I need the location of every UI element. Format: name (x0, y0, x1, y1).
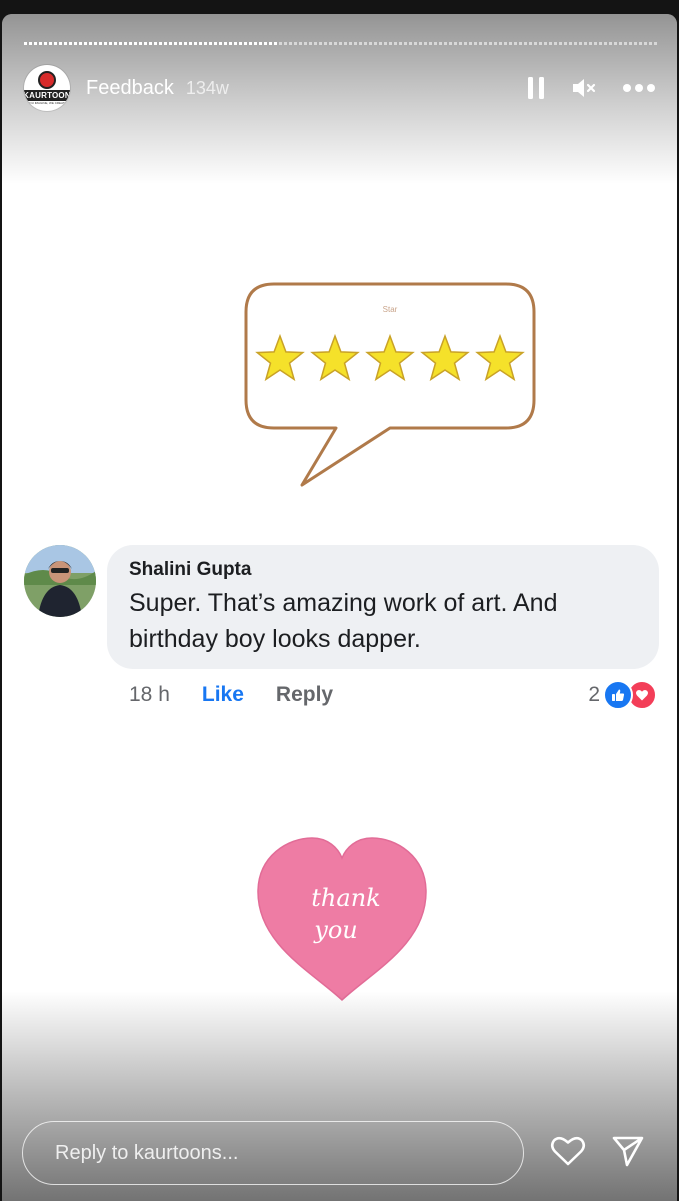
send-button[interactable] (608, 1131, 648, 1171)
reactions[interactable]: 2 (588, 680, 657, 710)
story-progress-fill (24, 42, 278, 45)
heart-outline-icon (550, 1136, 586, 1166)
reply-input[interactable]: Reply to kaurtoons... (22, 1121, 524, 1185)
rating-label: Star (383, 305, 398, 314)
logo-name: KAURTOON (24, 90, 70, 101)
like-button[interactable]: Like (202, 683, 244, 707)
reaction-count: 2 (588, 683, 600, 706)
story-age: 134w (185, 77, 229, 98)
comment-bubble: Shalini Gupta Super. That’s amazing work… (107, 545, 659, 669)
story-viewer[interactable]: KAURTOON YOU IMAGINE, WE CREATE Feedback… (2, 14, 677, 1201)
send-icon (612, 1136, 644, 1167)
account-avatar[interactable]: KAURTOON YOU IMAGINE, WE CREATE (24, 65, 70, 111)
story-title[interactable]: Feedback (86, 77, 174, 100)
pause-button[interactable] (527, 76, 545, 100)
logo-tagline: YOU IMAGINE, WE CREATE (27, 101, 67, 105)
thank-text: thank (311, 884, 380, 912)
like-story-button[interactable] (548, 1131, 588, 1171)
thank-you-heart: thank you (257, 837, 427, 1002)
story-progress-bar (24, 42, 658, 45)
speaker-muted-icon (573, 79, 596, 97)
more-horizontal-icon (623, 84, 655, 92)
comment-actions: 18 h Like Reply 2 (129, 680, 657, 710)
story-header: KAURTOON YOU IMAGINE, WE CREATE Feedback… (24, 64, 655, 112)
pause-icon (528, 77, 544, 99)
logo-icon (38, 71, 56, 89)
comment-time: 18 h (129, 683, 170, 706)
star-rating-bubble: Star (244, 282, 536, 487)
commenter-photo (24, 545, 96, 617)
you-text: you (313, 916, 357, 944)
commenter-avatar[interactable] (24, 545, 96, 617)
commenter-name[interactable]: Shalini Gupta (129, 559, 637, 581)
story-controls (527, 76, 655, 100)
comment-text: Super. That’s amazing work of art. And b… (129, 589, 558, 653)
more-options-button[interactable] (623, 83, 655, 93)
reply-button[interactable]: Reply (276, 683, 333, 707)
reply-placeholder: Reply to kaurtoons... (55, 1141, 239, 1164)
thumbs-up-icon (603, 680, 633, 710)
mute-button[interactable] (571, 76, 597, 100)
